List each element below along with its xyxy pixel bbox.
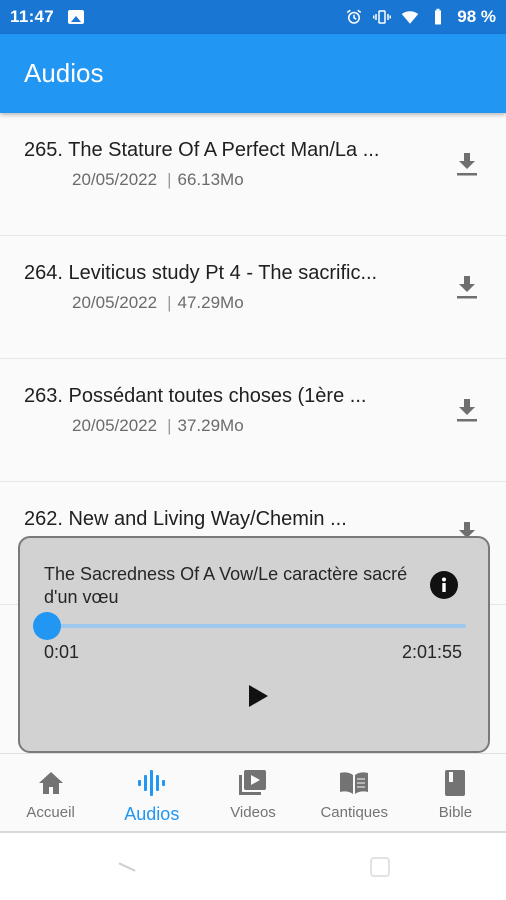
bottom-navigation: Accueil Audios Videos Cantiques Bible: [0, 753, 506, 833]
download-button[interactable]: [452, 149, 482, 179]
info-icon: [442, 577, 446, 592]
audio-date: 20/05/2022: [72, 170, 158, 189]
nav-item-bible[interactable]: Bible: [405, 754, 506, 831]
total-duration: 2:01:55: [401, 642, 462, 662]
list-item[interactable]: 263. Possédant toutes choses (1ère ... 2…: [0, 359, 506, 482]
wifi-icon: [402, 11, 419, 24]
status-icons: 98 %: [345, 7, 496, 27]
nav-label-videos: Videos: [230, 804, 276, 821]
current-time: 0:01: [44, 642, 80, 662]
meta-separator: |: [167, 416, 172, 435]
audio-wave-icon: [137, 770, 165, 796]
audio-size: 47.29Mo: [177, 293, 244, 312]
page-title: Audios: [24, 58, 104, 88]
video-library-icon: [239, 770, 266, 795]
nav-item-accueil[interactable]: Accueil: [0, 754, 101, 831]
status-time: 11:47: [10, 7, 55, 26]
play-icon: [249, 685, 268, 707]
nav-item-cantiques[interactable]: Cantiques: [304, 754, 405, 831]
audio-title: 265. The Stature Of A Perfect Man/La ...: [24, 139, 380, 161]
back-gesture-icon[interactable]: [118, 862, 136, 872]
home-icon: [38, 772, 63, 794]
alarm-icon: [347, 9, 362, 24]
audio-meta: 20/05/2022 | 47.29Mo: [72, 293, 244, 313]
download-button[interactable]: [452, 395, 482, 425]
download-icon: [457, 276, 477, 299]
seek-bar-track[interactable]: [46, 624, 466, 628]
battery-percent: 98 %: [457, 7, 496, 26]
audio-size: 37.29Mo: [177, 416, 244, 435]
player-track-title: The Sacredness Of A Vow/Le caractère sac…: [44, 564, 408, 607]
nav-label-cantiques: Cantiques: [320, 804, 388, 821]
download-button[interactable]: [452, 272, 482, 302]
audio-meta: 20/05/2022 | 37.29Mo: [72, 416, 244, 436]
battery-icon: [435, 8, 442, 25]
list-item[interactable]: 265. The Stature Of A Perfect Man/La ...…: [0, 113, 506, 236]
audio-title: 262. New and Living Way/Chemin ...: [24, 508, 347, 530]
audio-meta: 20/05/2022 | 66.13Mo: [72, 170, 244, 190]
seek-bar-thumb[interactable]: [33, 612, 61, 640]
image-notification-icon: [68, 10, 85, 24]
nav-item-audios[interactable]: Audios: [101, 754, 202, 831]
audio-size: 66.13Mo: [177, 170, 244, 189]
nav-label-bible: Bible: [438, 804, 473, 821]
audio-date: 20/05/2022: [72, 416, 158, 435]
nav-label-audios: Audios: [124, 804, 180, 824]
recents-icon[interactable]: [370, 857, 390, 877]
nav-label-accueil: Accueil: [26, 804, 75, 821]
open-book-icon: [340, 772, 369, 794]
audio-title: 264. Leviticus study Pt 4 - The sacrific…: [24, 262, 378, 284]
bible-book-icon: [445, 770, 466, 796]
vibrate-icon: [373, 10, 392, 24]
meta-separator: |: [167, 293, 172, 312]
play-button[interactable]: [240, 678, 276, 714]
system-navigation-bar: [0, 833, 506, 900]
audio-title: 263. Possédant toutes choses (1ère ...: [24, 385, 367, 407]
meta-separator: |: [167, 170, 172, 189]
audio-date: 20/05/2022: [72, 293, 158, 312]
nav-item-videos[interactable]: Videos: [202, 754, 303, 831]
audio-player: The Sacredness Of A Vow/Le caractère sac…: [18, 536, 490, 753]
info-button[interactable]: [430, 571, 458, 599]
list-item[interactable]: 264. Leviticus study Pt 4 - The sacrific…: [0, 236, 506, 359]
download-icon: [457, 153, 477, 176]
status-bar: 11:47 98 %: [0, 0, 506, 34]
app-bar: Audios: [0, 34, 506, 113]
download-icon: [457, 399, 477, 422]
